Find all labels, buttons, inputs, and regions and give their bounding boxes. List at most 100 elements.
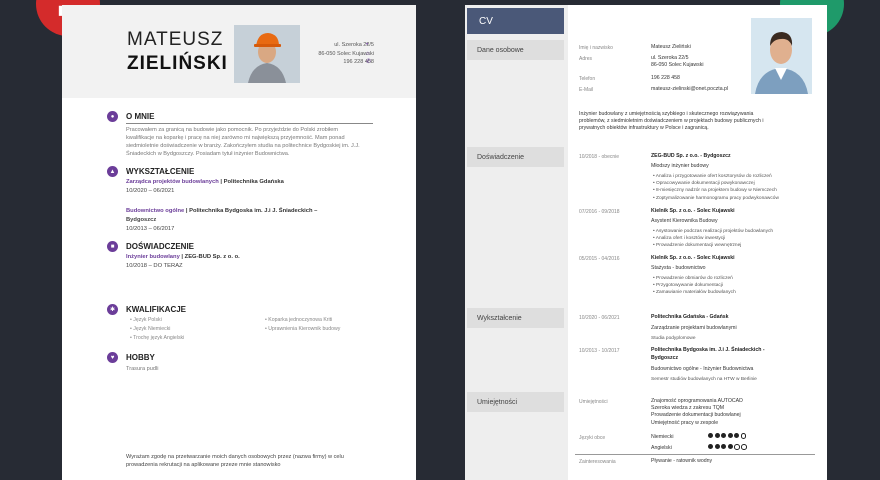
contact-city: 86-050 Solec Kujawski: [318, 50, 374, 57]
rating-dot-empty: [740, 433, 747, 439]
education-dates: 10/2020 – 06/2021: [126, 188, 175, 194]
duty-item: • 8-miesięczny nadzór na projektem budow…: [653, 188, 777, 194]
skill-item: Umiejętność pracy w zespole: [651, 419, 719, 426]
summary: Inżynier budowlany z umiejętnością szybk…: [579, 111, 819, 133]
skill-item: • Język Polski: [130, 317, 162, 323]
job-role: Asystent Kierownika Budowy: [651, 218, 718, 224]
briefcase-icon: ■: [107, 241, 118, 252]
about-line: kwalifikacje na koparkę i pracę na niej …: [126, 135, 345, 141]
hobby-title: HOBBY: [126, 353, 155, 362]
phone-label: Telefon: [579, 76, 596, 82]
edu-school-cont: Bydgoszcz: [651, 355, 679, 361]
edu-school: Politechnika Bydgoska im. J.i J. Śniadec…: [651, 347, 765, 353]
name-label: Imię i nazwisko: [579, 45, 613, 51]
education-field: Zarządca projektów budowlanych: [126, 179, 219, 185]
phone-value: 196 228 458: [651, 75, 680, 81]
job-dates: 10/2018 - obecnie: [579, 154, 620, 160]
rating-dot-filled: [721, 444, 726, 450]
job-duties: • Asystowanie podczas realizacji projekt…: [653, 228, 773, 250]
address-line: ul. Szeroka 22/5: [651, 55, 689, 61]
job-dates: 05/2015 - 04/2016: [579, 256, 620, 262]
heart-icon: ♥: [107, 352, 118, 363]
cv-heading: CV: [467, 8, 564, 34]
language-rating: [708, 433, 748, 440]
section-label-experience: Doświadczenie: [467, 147, 564, 167]
last-name: ZIELIŃSKI: [127, 53, 228, 74]
job-duties: • Prowadzenie obmiarów do rozliczeń • Pr…: [653, 275, 736, 297]
address-line: 86-050 Solec Kujawski: [651, 62, 704, 69]
rating-dot-filled: [721, 433, 726, 439]
email-value: mateusz-zielinski@onet.poczta.pl: [651, 86, 729, 92]
experience-title: DOŚWIADCZENIE: [126, 242, 194, 251]
job-dates: 07/2016 - 09/2018: [579, 209, 620, 215]
bad-cv-document: MATEUSZ ZIELIŃSKI ul. Szeroka 22/5 86-05…: [62, 5, 416, 480]
home-icon: ⌂: [366, 50, 370, 57]
hobby-value: Pływanie - ratownik wodny: [651, 458, 713, 464]
skills-label: Umiejętności: [579, 399, 608, 405]
language-name: Angielski: [651, 445, 672, 451]
section-label-skills: Umiejętności: [467, 392, 564, 412]
duty-item: • Prowadzenie dokumentacji wewnętrznej: [653, 243, 742, 249]
person-icon: ●: [107, 111, 118, 122]
summary-line: prywatnych obiektów infrastruktury w Pol…: [579, 125, 709, 132]
rating-dot-filled: [727, 433, 733, 439]
address-value: ul. Szeroka 22/5 86-050 Solec Kujawski: [651, 55, 703, 69]
about-line: siedmioletnie doświadczenie w branży. Za…: [126, 143, 360, 149]
profile-photo: [234, 25, 300, 83]
experience-role: Inżynier budowlany: [126, 254, 180, 260]
language-rating: [708, 444, 748, 451]
divider: [575, 454, 815, 455]
name-value: Mateusz Zieliński: [651, 44, 691, 50]
skill-item: Znajomość oprogramowania AUTOCAD: [651, 398, 743, 404]
duty-item: • Przygotowywanie dokumentacji: [653, 283, 723, 289]
education-school-cont: Bydgoszcz: [126, 217, 157, 223]
job-role: Młodszy inżynier budowy: [651, 163, 709, 169]
experience-dates: 10/2018 – DO TERAZ: [126, 263, 183, 269]
about-line: Śniadeckich w Bydgoszczy. Posiadam tytuł…: [126, 151, 290, 157]
skill-item: Prowadzenie dokumentacji budowlanej: [651, 412, 741, 419]
edu-field: Zarządzanie projektami budowlanymi: [651, 325, 737, 331]
divider: [126, 123, 373, 124]
experience-company: | ZEG-BUD Sp. z o. o.: [181, 254, 240, 260]
education-title: WYKSZTAŁCENIE: [126, 167, 195, 176]
edu-school: Politechnika Gdańska - Gdańsk: [651, 314, 729, 320]
duty-item: • Zamawianie materiałów budowlanych: [653, 290, 736, 296]
edu-note: Semestr studiów budowlanych na HTW w Ber…: [651, 377, 757, 382]
job-company: Kielnik Sp. z o.o. - Solec Kujawski: [651, 255, 735, 261]
job-company: Kielnik Sp. z o.o. - Solec Kujawski: [651, 208, 735, 214]
job-role: Stażysta - budownictwo: [651, 265, 706, 271]
about-title: O MNIE: [126, 112, 155, 121]
graduation-cap-icon: ▲: [107, 166, 118, 177]
summary-line: Inżynier budowlany z umiejętnością szybk…: [579, 111, 754, 117]
skill-item: • Trochę język Angielski: [130, 335, 185, 341]
tools-icon: ✱: [107, 304, 118, 315]
edu-field: Budownictwo ogólne - Inżynier Budownictw…: [651, 366, 754, 372]
job-duties: • Analiza i przygotowanie ofert kosztory…: [653, 173, 779, 202]
duty-item: • Prowadzenie obmiarów do rozliczeń: [653, 276, 733, 281]
hobby-label: Zainteresowania: [579, 459, 616, 465]
address-label: Adres: [579, 56, 593, 62]
section-label-education: Wykształcenie: [467, 308, 564, 328]
hobby-text: Trasura pudli: [126, 366, 159, 372]
skill-item: • Uprawnienia Kierownik budowy: [265, 326, 341, 332]
job-company: ZEG-BUD Sp. z o.o. - Bydgoszcz: [651, 153, 731, 159]
section-label-personal: Dane osobowe: [467, 40, 564, 60]
education-school: | Politechnika Gdańska: [220, 179, 284, 185]
skill-item: Szeroka wiedza z zakresu TQM: [651, 405, 725, 412]
education-entry: Zarządca projektów budowlanych | Politec…: [126, 179, 284, 185]
rating-dot-filled: [714, 444, 720, 450]
rating-dot-filled: [714, 433, 720, 439]
pin-icon: •: [366, 42, 369, 48]
duty-item: • Asystowanie podczas realizacji projekt…: [653, 229, 774, 234]
rating-dot-filled: [708, 444, 713, 450]
good-cv-document: CV Dane osobowe Doświadczenie Wykształce…: [465, 5, 827, 480]
languages-label: Języki obce: [579, 435, 606, 441]
edu-note: Studia podyplomowe: [651, 336, 696, 341]
about-text: Pracowałem za granicą na budowie jako po…: [126, 126, 386, 158]
language-name: Niemiecki: [651, 434, 674, 440]
duty-item: • Zoptymalizowanie harmonogramu pracy po…: [653, 195, 779, 201]
profile-photo: [751, 18, 812, 94]
phone-icon: ✆: [366, 59, 372, 65]
contact-street: ul. Szeroka 22/5: [334, 42, 374, 48]
contact-phone: 196 228 458: [343, 59, 374, 65]
